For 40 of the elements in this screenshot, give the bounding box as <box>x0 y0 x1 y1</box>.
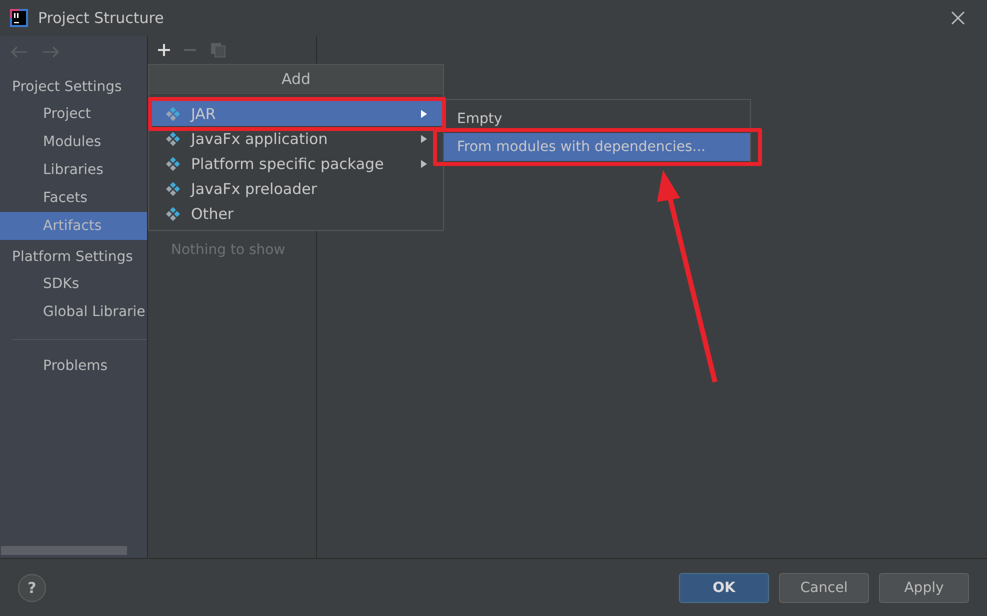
dialog-button[interactable]: Cancel <box>779 572 869 602</box>
menu-item-label: JAR <box>191 104 216 122</box>
menu-item-label: Platform specific package <box>191 154 384 172</box>
menu-item-label: JavaFx preloader <box>191 180 317 198</box>
artifact-icon <box>165 180 181 196</box>
sidebar-item[interactable]: Global Librarie <box>0 298 147 326</box>
artifact-icon <box>165 156 181 172</box>
sidebar-item[interactable]: Modules <box>0 128 147 156</box>
back-arrow-icon[interactable] <box>10 45 28 59</box>
section-heading: Platform Settings <box>11 248 134 267</box>
menu-item[interactable]: JavaFx application <box>149 126 443 151</box>
scrollbar[interactable] <box>1 546 127 555</box>
menu-item[interactable]: JAR <box>149 101 443 126</box>
menu-item[interactable]: From modules with dependencies... <box>444 133 750 161</box>
ok-button[interactable]: OK <box>679 572 769 602</box>
sidebar-item[interactable]: SDKs <box>0 270 147 298</box>
menu-item[interactable]: Empty <box>444 105 750 133</box>
artifact-icon <box>165 130 181 146</box>
add-icon[interactable] <box>158 44 170 56</box>
forward-arrow-icon[interactable] <box>42 45 60 59</box>
menu-item[interactable]: Platform specific package <box>149 151 443 176</box>
sidebar-item[interactable]: Artifacts <box>0 212 147 240</box>
artifact-icon <box>165 106 181 122</box>
menu-title: Add <box>149 65 443 94</box>
app-logo-icon <box>10 9 28 27</box>
dialog-button[interactable]: Apply <box>879 572 969 602</box>
window-title: Project Structure <box>38 9 164 27</box>
menu-item[interactable]: JavaFx preloader <box>149 176 443 201</box>
sidebar-item[interactable]: Facets <box>0 184 147 212</box>
menu-item-label: JavaFx application <box>191 130 328 148</box>
sidebar-item[interactable]: Project <box>0 100 147 128</box>
copy-icon[interactable] <box>210 42 226 58</box>
help-button[interactable]: ? <box>18 574 46 602</box>
sidebar-item[interactable]: Problems <box>0 352 147 380</box>
menu-item[interactable]: Other <box>149 201 443 226</box>
artifact-icon <box>165 206 181 222</box>
menu-item-label: Other <box>191 204 234 222</box>
close-icon[interactable] <box>951 11 965 25</box>
sidebar-item[interactable]: Libraries <box>0 156 147 184</box>
section-heading: Project Settings <box>11 78 123 97</box>
